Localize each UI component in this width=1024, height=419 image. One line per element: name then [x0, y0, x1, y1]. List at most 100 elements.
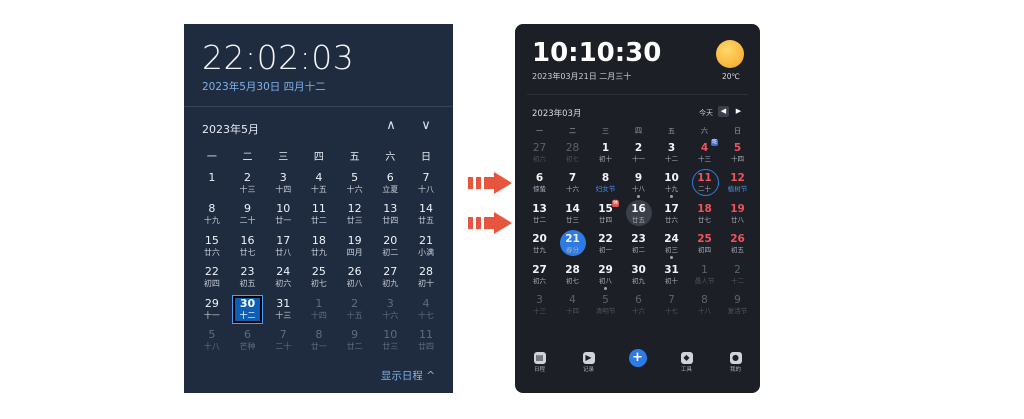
day-cell[interactable]: 20 初二: [372, 231, 408, 262]
day-cell[interactable]: 5 十四: [721, 139, 754, 169]
day-cell[interactable]: 6 芒种: [230, 325, 266, 356]
day-cell[interactable]: 29 十一: [194, 294, 230, 325]
day-cell[interactable]: 19 四月: [337, 231, 373, 262]
day-cell[interactable]: 18 廿九: [301, 231, 337, 262]
day-cell[interactable]: 10 十九: [655, 169, 688, 199]
day-cell[interactable]: 4 十四: [556, 291, 589, 321]
day-cell[interactable]: 2 十五: [337, 294, 373, 325]
day-cell[interactable]: 11 廿四: [408, 325, 444, 356]
day-cell[interactable]: 31 初十: [655, 261, 688, 291]
toolbar-item-4[interactable]: ◆ 工具: [662, 348, 711, 388]
day-cell[interactable]: 4 十七: [408, 294, 444, 325]
day-cell[interactable]: 17 廿八: [265, 231, 301, 262]
day-cell[interactable]: 1 愚人节: [688, 261, 721, 291]
day-cell[interactable]: 31 十三: [265, 294, 301, 325]
chevron-up-icon[interactable]: ∧: [382, 117, 400, 135]
chevron-right-icon[interactable]: ▶: [733, 106, 744, 117]
day-cell[interactable]: 9 二十: [230, 199, 266, 230]
day-cell[interactable]: 12 廿三: [337, 199, 373, 230]
today-button[interactable]: 今天: [699, 108, 713, 118]
day-cell[interactable]: 17 廿六: [655, 200, 688, 230]
day-cell[interactable]: 26 初八: [337, 262, 373, 293]
day-cell[interactable]: 8 廿一: [301, 325, 337, 356]
day-cell[interactable]: 23 初二: [622, 230, 655, 260]
month-title[interactable]: 2023年03月: [532, 107, 581, 119]
day-cell[interactable]: 27 初六: [523, 261, 556, 291]
day-cell[interactable]: 13 廿二: [523, 200, 556, 230]
day-cell-selected[interactable]: 21 春分: [556, 230, 589, 260]
full-date-link[interactable]: 2023年5月30日 四月十二: [202, 79, 326, 94]
day-cell[interactable]: 25 初七: [301, 262, 337, 293]
day-cell[interactable]: 21 小满: [408, 231, 444, 262]
day-cell[interactable]: 10 廿一: [265, 199, 301, 230]
day-cell[interactable]: 18 廿七: [688, 200, 721, 230]
day-cell[interactable]: 29 初八: [589, 261, 622, 291]
day-cell[interactable]: 27 初六: [523, 139, 556, 169]
day-cell[interactable]: 11 廿二: [301, 199, 337, 230]
day-cell[interactable]: 8 妇女节: [589, 169, 622, 199]
day-cell[interactable]: 3 十四: [265, 168, 301, 199]
toolbar-item-1[interactable]: ▤ 日程: [515, 348, 564, 388]
day-cell[interactable]: 1 十四: [301, 294, 337, 325]
show-schedule-button[interactable]: 显示日程 ^: [381, 368, 435, 383]
day-cell[interactable]: 14 廿三: [556, 200, 589, 230]
day-cell[interactable]: 1: [194, 168, 230, 199]
day-cell[interactable]: 30 初九: [622, 261, 655, 291]
day-cell[interactable]: 5 十六: [337, 168, 373, 199]
day-cell[interactable]: 8 十八: [688, 291, 721, 321]
day-cell[interactable]: 23 初五: [230, 262, 266, 293]
day-cell[interactable]: 27 初九: [372, 262, 408, 293]
day-cell[interactable]: 24 初六: [265, 262, 301, 293]
day-cell[interactable]: 9 廿二: [337, 325, 373, 356]
day-cell[interactable]: 7 十七: [655, 291, 688, 321]
day-cell[interactable]: 5 清明节: [589, 291, 622, 321]
day-cell[interactable]: 9 十八: [622, 169, 655, 199]
day-cell[interactable]: 7 十六: [556, 169, 589, 199]
day-cell[interactable]: 7 十八: [408, 168, 444, 199]
day-cell[interactable]: 2 十三: [230, 168, 266, 199]
chevron-down-icon[interactable]: ∨: [417, 117, 435, 135]
day-cell[interactable]: 22 初四: [194, 262, 230, 293]
day-cell[interactable]: 16 廿七: [230, 231, 266, 262]
day-cell[interactable]: 3 十二: [655, 139, 688, 169]
day-cell[interactable]: 24 初三: [655, 230, 688, 260]
chevron-left-icon[interactable]: ◀: [718, 106, 729, 117]
day-cell[interactable]: 8 十九: [194, 199, 230, 230]
day-cell[interactable]: 班 4 十三: [688, 139, 721, 169]
day-cell[interactable]: 休 15 廿四: [589, 199, 622, 230]
day-cell[interactable]: 6 十六: [622, 291, 655, 321]
day-cell[interactable]: 2 十二: [721, 261, 754, 291]
day-cell[interactable]: 3 十六: [372, 294, 408, 325]
toolbar-item-2[interactable]: ▶ 记录: [564, 348, 613, 388]
toolbar-item-3[interactable]: +: [613, 348, 662, 388]
day-cell[interactable]: 2 十一: [622, 139, 655, 169]
day-cell[interactable]: 7 二十: [265, 325, 301, 356]
month-title[interactable]: 2023年5月: [202, 121, 259, 137]
sun-weather-icon[interactable]: [716, 40, 744, 68]
day-cell[interactable]: 22 初一: [589, 230, 622, 260]
day-cell[interactable]: 28 初七: [556, 139, 589, 169]
day-cell[interactable]: 14 廿五: [408, 199, 444, 230]
day-cell[interactable]: 6 立夏: [372, 168, 408, 199]
day-cell[interactable]: 12 植树节: [721, 169, 754, 199]
day-cell[interactable]: 9 复活节: [721, 291, 754, 321]
day-cell-selected[interactable]: 30 十二: [230, 294, 266, 325]
day-cell[interactable]: 3 十三: [523, 291, 556, 321]
day-cell[interactable]: 13 廿四: [372, 199, 408, 230]
day-cell[interactable]: 28 初七: [556, 261, 589, 291]
plus-icon[interactable]: +: [628, 349, 647, 367]
day-cell[interactable]: 28 初十: [408, 262, 444, 293]
day-cell[interactable]: 26 初五: [721, 230, 754, 260]
day-cell[interactable]: 4 十五: [301, 168, 337, 199]
day-cell[interactable]: 5 十八: [194, 325, 230, 356]
day-cell[interactable]: 10 廿三: [372, 325, 408, 356]
toolbar-item-5[interactable]: ● 我的: [711, 348, 760, 388]
day-cell-marked[interactable]: 11 二十: [688, 169, 721, 199]
day-cell[interactable]: 19 廿八: [721, 200, 754, 230]
day-cell[interactable]: 25 初四: [688, 230, 721, 260]
day-cell[interactable]: 15 廿六: [194, 231, 230, 262]
day-cell[interactable]: 16 廿五: [622, 199, 655, 230]
day-cell[interactable]: 6 惊蛰: [523, 169, 556, 199]
day-cell[interactable]: 20 廿九: [523, 230, 556, 260]
day-cell[interactable]: 1 初十: [589, 139, 622, 169]
